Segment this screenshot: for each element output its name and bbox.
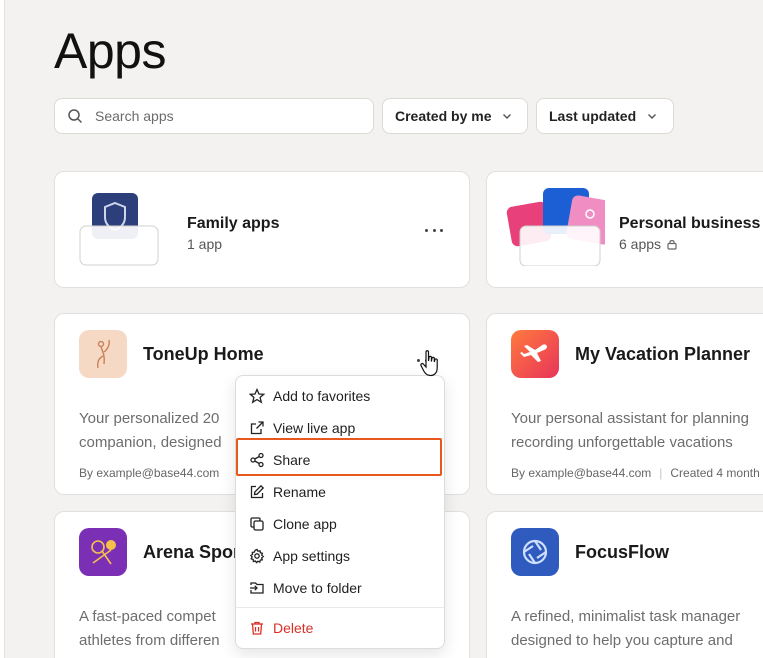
app-created: Created 4 month xyxy=(670,466,760,480)
app-name: ToneUp Home xyxy=(143,344,264,364)
folder-card-personal-business[interactable]: Personal business 6 apps xyxy=(486,171,763,288)
created-by-dropdown[interactable]: Created by me xyxy=(382,98,528,134)
created-by-label: Created by me xyxy=(395,108,492,124)
share-highlight-box xyxy=(236,438,442,476)
edit-icon xyxy=(250,484,265,499)
app-author: By example@base44.com xyxy=(511,466,652,480)
menu-item-move-to-folder[interactable]: Move to folder xyxy=(236,572,444,604)
fitness-figure-icon xyxy=(97,339,110,369)
app-author: By example@base44.com xyxy=(79,466,220,480)
gear-icon xyxy=(249,548,265,564)
app-card-my-vacation-planner[interactable]: My Vacation Planner Your personal assist… xyxy=(486,313,763,495)
app-context-menu: Add to favorites View live app Share Ren… xyxy=(235,375,445,649)
search-icon xyxy=(68,109,83,124)
app-description: A refined, minimalist task manager desig… xyxy=(511,608,741,649)
app-icon xyxy=(79,528,127,576)
menu-item-clone-app[interactable]: Clone app xyxy=(236,508,444,540)
menu-divider xyxy=(236,607,444,608)
app-name: FocusFlow xyxy=(575,542,669,562)
folder-thumbnail xyxy=(506,188,605,266)
app-name: Arena Spor xyxy=(143,542,241,562)
folder-name: Personal business xyxy=(619,215,761,232)
star-icon xyxy=(249,388,265,404)
folder-app-count: 6 apps xyxy=(619,236,678,252)
copy-icon xyxy=(250,517,264,531)
app-name: My Vacation Planner xyxy=(575,344,751,364)
app-icon xyxy=(79,330,127,378)
search-box[interactable] xyxy=(54,98,374,134)
aperture-icon xyxy=(522,539,548,565)
search-input[interactable] xyxy=(95,108,365,124)
airplane-icon xyxy=(520,344,548,362)
hand-pointer-icon xyxy=(420,350,438,377)
page-title: Apps xyxy=(54,23,166,79)
window-edge xyxy=(0,0,5,658)
trash-icon xyxy=(251,621,263,635)
app-card-focusflow[interactable]: FocusFlow A refined, minimalist task man… xyxy=(486,511,763,658)
lock-icon xyxy=(667,240,677,250)
app-icon xyxy=(511,330,559,378)
folder-card-family-apps[interactable]: Family apps 1 app xyxy=(54,171,470,288)
folder-name: Family apps xyxy=(187,215,280,232)
menu-item-rename[interactable]: Rename xyxy=(236,476,444,508)
sort-dropdown[interactable]: Last updated xyxy=(536,98,674,134)
folder-move-icon xyxy=(250,582,264,594)
menu-item-app-settings[interactable]: App settings xyxy=(236,540,444,572)
app-description: Your personal assistant for planning rec… xyxy=(511,410,749,451)
app-icon xyxy=(511,528,559,576)
folder-app-count: 1 app xyxy=(187,236,223,252)
external-link-icon xyxy=(250,421,264,435)
sports-ball-icon xyxy=(91,540,116,565)
sort-label: Last updated xyxy=(549,108,637,124)
app-meta: By example@base44.com | Created 4 month xyxy=(511,466,760,480)
menu-item-delete[interactable]: Delete xyxy=(236,612,444,644)
menu-item-add-to-favorites[interactable]: Add to favorites xyxy=(236,380,444,412)
chevron-down-icon xyxy=(648,114,657,119)
chevron-down-icon xyxy=(503,114,512,119)
more-options-button[interactable] xyxy=(425,224,443,236)
folder-thumbnail xyxy=(79,190,161,266)
